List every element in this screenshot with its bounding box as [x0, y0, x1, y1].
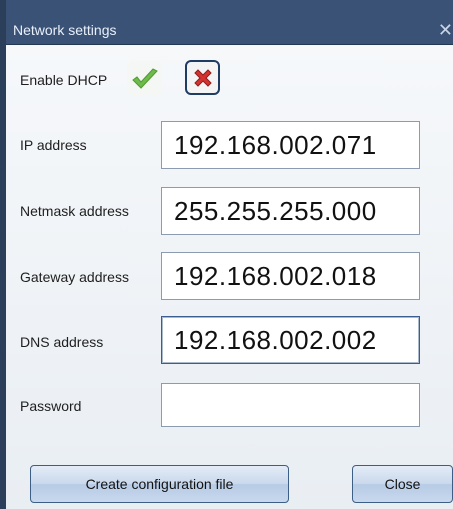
gateway-address-label: Gateway address — [20, 269, 129, 285]
ip-address-label: IP address — [20, 137, 87, 153]
title-bar: Network settings ✕ — [6, 0, 453, 45]
netmask-address-label: Netmask address — [20, 203, 129, 219]
network-settings-dialog: Network settings ✕ Enable DHCP IP addres… — [0, 0, 453, 509]
password-label: Password — [20, 398, 82, 414]
close-button[interactable]: Close — [352, 465, 453, 503]
dhcp-label: Enable DHCP — [20, 72, 108, 88]
create-configuration-file-button[interactable]: Create configuration file — [30, 465, 289, 503]
dns-address-field[interactable]: 192.168.002.002 — [161, 316, 420, 364]
password-field[interactable] — [161, 383, 420, 427]
enable-dhcp-button[interactable] — [127, 61, 162, 96]
dns-address-label: DNS address — [20, 334, 104, 350]
check-icon — [131, 67, 158, 89]
cross-icon — [193, 68, 212, 87]
dialog-title: Network settings — [13, 22, 117, 38]
gateway-address-field[interactable]: 192.168.002.018 — [161, 252, 420, 300]
close-icon[interactable]: ✕ — [438, 20, 453, 41]
ip-address-field[interactable]: 192.168.002.071 — [161, 121, 420, 169]
netmask-address-field[interactable]: 255.255.255.000 — [161, 187, 420, 235]
disable-dhcp-button[interactable] — [185, 60, 220, 95]
